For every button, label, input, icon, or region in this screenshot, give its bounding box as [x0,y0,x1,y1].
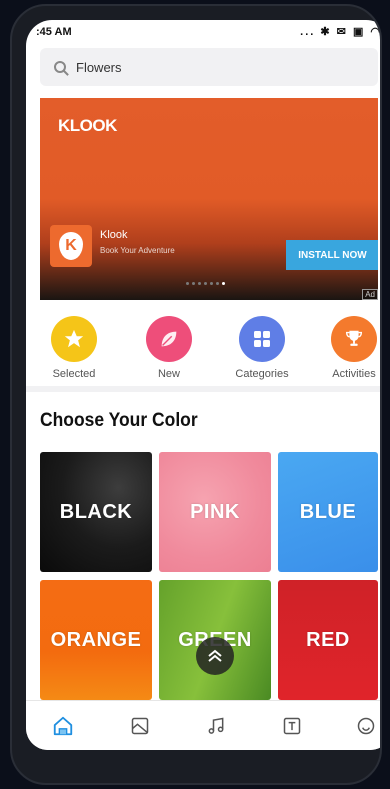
install-now-button[interactable]: INSTALL NOW [286,240,378,270]
category-selected[interactable]: Selected [34,316,114,380]
color-label: ORANGE [50,628,142,651]
klook-app-icon: K [50,225,92,267]
category-categories[interactable]: Categories [222,316,302,380]
carousel-dot[interactable] [186,282,189,285]
nav-profile[interactable] [353,713,379,739]
app-name: Klook [100,229,128,241]
category-new[interactable]: New [129,316,209,380]
category-row: Selected New Categories Activities [26,316,380,386]
status-icons: ... ✱ ✉ ▣ ◠ [300,26,382,38]
bottom-navigation [26,700,380,750]
category-label: New [157,368,180,380]
color-label: BLACK [59,500,133,523]
carousel-pagination[interactable] [186,282,225,285]
ad-badge: Ad [362,289,378,300]
carousel-dot[interactable] [198,282,201,285]
color-label: RED [306,628,350,651]
color-label: PINK [190,500,240,523]
nav-music[interactable] [203,713,229,739]
smile-icon [357,717,375,735]
category-label: Categories [235,368,289,380]
leaf-icon [146,316,192,362]
category-label: Selected [52,368,96,380]
image-icon [131,717,149,735]
search-placeholder: Flowers [76,59,122,75]
app-screen: :45 AM ... ✱ ✉ ▣ ◠ Flowers KLOOK K Klook… [26,20,382,750]
nav-wallpaper[interactable] [127,713,153,739]
category-label: Activities [332,368,376,380]
scroll-to-top-button[interactable] [196,637,234,675]
carousel-dot[interactable] [210,282,213,285]
carousel-dot[interactable] [216,282,219,285]
app-tagline: Book Your Adventure [100,246,175,255]
color-tile-orange[interactable]: ORANGE [40,580,152,700]
music-icon [208,717,224,734]
nav-fonts[interactable] [279,713,305,739]
color-tile-black[interactable]: BLACK [40,452,152,572]
status-bar: :45 AM ... ✱ ✉ ▣ ◠ [26,20,382,46]
color-tile-blue[interactable]: BLUE [278,452,378,572]
color-tile-pink[interactable]: PINK [159,452,271,572]
trophy-icon [331,316,377,362]
text-icon [283,717,301,735]
star-icon [51,316,97,362]
app-icon-letter: K [59,232,83,260]
section-divider [26,386,380,392]
search-icon [54,61,66,73]
status-time: :45 AM [36,26,72,38]
double-chevron-up-icon [208,649,222,662]
section-title: Choose Your Color [40,410,198,431]
ad-banner[interactable]: KLOOK K Klook Book Your Adventure INSTAL… [40,98,378,300]
nav-home[interactable] [50,713,76,739]
carousel-dot[interactable] [222,282,225,285]
color-tile-red[interactable]: RED [278,580,378,700]
category-activities[interactable]: Activities [314,316,380,380]
home-icon [53,716,73,736]
grid-icon [239,316,285,362]
brand-logo: KLOOK [58,116,117,135]
color-label: BLUE [299,500,357,523]
carousel-dot[interactable] [192,282,195,285]
phone-frame: :45 AM ... ✱ ✉ ▣ ◠ Flowers KLOOK K Klook… [10,4,382,785]
search-bar[interactable]: Flowers [40,48,378,86]
carousel-dot[interactable] [204,282,207,285]
